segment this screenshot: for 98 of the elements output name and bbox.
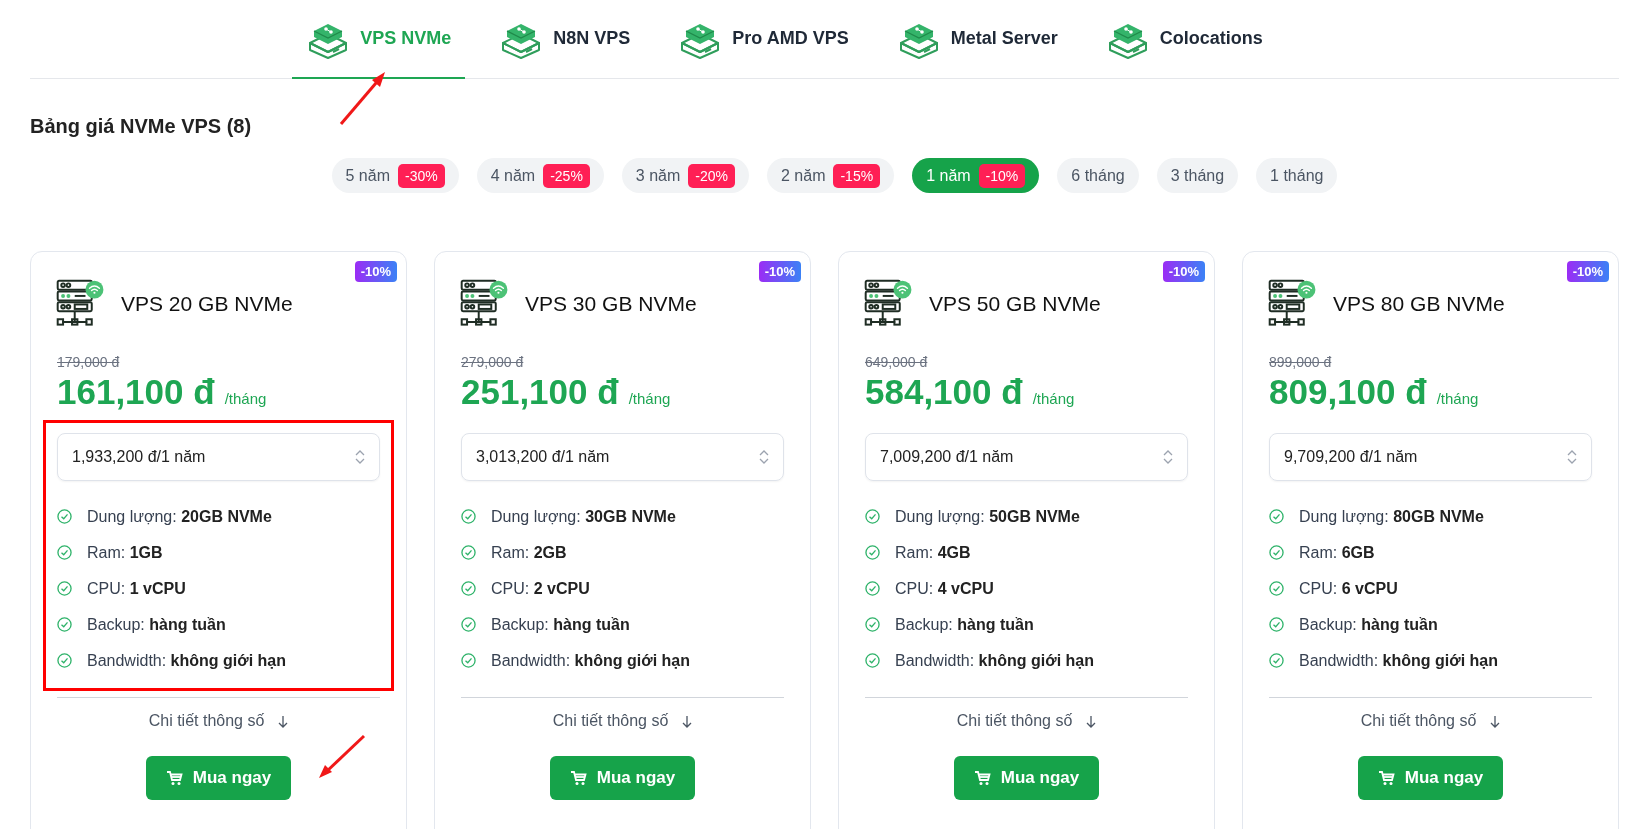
original-price: 649,000 đ — [865, 354, 929, 370]
category-tab[interactable]: N8N VPS — [485, 0, 645, 79]
discount-badge: -10% — [758, 261, 801, 282]
check-circle-icon — [57, 509, 72, 524]
period-pill[interactable]: 1 tháng — [1256, 158, 1338, 193]
discount-badge: -15% — [833, 163, 881, 188]
discount-badge: -10% — [978, 163, 1026, 188]
check-circle-icon — [1269, 509, 1284, 524]
price: 809,100 đ — [1269, 372, 1427, 412]
feature-text: Backup: hàng tuần — [87, 615, 226, 634]
details-link[interactable]: Chi tiết thông số — [1360, 712, 1477, 730]
chevron-updown-icon — [759, 449, 769, 465]
check-circle-icon — [57, 581, 72, 596]
billing-select[interactable]: 1,933,200 đ/1 năm — [57, 433, 380, 481]
price-unit: /tháng — [224, 390, 267, 407]
cart-icon — [165, 770, 183, 786]
period-pill[interactable]: 3 tháng — [1156, 158, 1239, 193]
feature-text: Dung lượng: 50GB NVMe — [895, 507, 1080, 526]
price: 251,100 đ — [461, 372, 619, 412]
plan-name: VPS 50 GB NVMe — [929, 292, 1101, 316]
chevron-updown-icon — [1163, 449, 1173, 465]
price-unit: /tháng — [628, 390, 671, 407]
cart-icon — [1377, 770, 1395, 786]
billing-select[interactable]: 7,009,200 đ/1 năm — [865, 433, 1188, 481]
category-tab[interactable]: Colocations — [1091, 0, 1277, 79]
arrow-down-icon — [682, 714, 693, 728]
arrow-down-icon — [1086, 714, 1097, 728]
feature-text: Backup: hàng tuần — [1299, 615, 1438, 634]
feature-text: Ram: 2GB — [491, 543, 567, 562]
chevron-updown-icon — [355, 449, 365, 465]
original-price: 279,000 đ — [461, 354, 525, 370]
period-pill[interactable]: 6 tháng — [1057, 158, 1139, 193]
feature-text: CPU: 4 vCPU — [895, 579, 994, 598]
plan-name: VPS 20 GB NVMe — [121, 292, 293, 316]
original-price: 899,000 đ — [1269, 354, 1333, 370]
price-unit: /tháng — [1436, 390, 1479, 407]
category-tab[interactable]: Pro AMD VPS — [664, 0, 863, 79]
check-circle-icon — [57, 653, 72, 668]
check-circle-icon — [57, 617, 72, 632]
arrow-down-icon — [278, 714, 289, 728]
cart-icon — [569, 770, 587, 786]
details-link[interactable]: Chi tiết thông số — [956, 712, 1073, 730]
check-circle-icon — [57, 545, 72, 560]
details-link[interactable]: Chi tiết thông số — [148, 712, 265, 730]
discount-badge: -10% — [1162, 261, 1205, 282]
feature-text: Dung lượng: 80GB NVMe — [1299, 507, 1484, 526]
discount-badge: -10% — [354, 261, 397, 282]
period-pill[interactable]: 4 năm -25% — [476, 158, 604, 193]
period-pill[interactable]: 2 năm -15% — [767, 158, 895, 193]
period-pill[interactable]: 3 năm -20% — [621, 158, 749, 193]
discount-badge: -10% — [1566, 261, 1609, 282]
category-tab[interactable]: Metal Server — [882, 0, 1072, 79]
price-unit: /tháng — [1032, 390, 1075, 407]
feature-text: Dung lượng: 30GB NVMe — [491, 507, 676, 526]
feature-text: CPU: 2 vCPU — [491, 579, 590, 598]
check-circle-icon — [461, 545, 476, 560]
feature-text: Ram: 1GB — [87, 543, 163, 562]
feature-text: Ram: 4GB — [895, 543, 971, 562]
feature-text: CPU: 6 vCPU — [1299, 579, 1398, 598]
plan-name: VPS 80 GB NVMe — [1333, 292, 1505, 316]
feature-text: Ram: 6GB — [1299, 543, 1375, 562]
billing-select[interactable]: 9,709,200 đ/1 năm — [1269, 433, 1592, 481]
feature-text: Dung lượng: 20GB NVMe — [87, 507, 272, 526]
discount-badge: -20% — [688, 163, 735, 188]
feature-text: Bandwidth: không giới hạn — [87, 651, 286, 670]
check-circle-icon — [461, 653, 476, 668]
chevron-updown-icon — [1567, 449, 1577, 465]
check-circle-icon — [865, 509, 880, 524]
check-circle-icon — [461, 617, 476, 632]
billing-select[interactable]: 3,013,200 đ/1 năm — [461, 433, 784, 481]
check-circle-icon — [865, 653, 880, 668]
feature-text: Backup: hàng tuần — [895, 615, 1034, 634]
check-circle-icon — [1269, 581, 1284, 596]
check-circle-icon — [1269, 653, 1284, 668]
discount-badge: -30% — [398, 163, 445, 188]
feature-text: Bandwidth: không giới hạn — [491, 651, 690, 670]
plan-name: VPS 30 GB NVMe — [525, 292, 697, 316]
details-link[interactable]: Chi tiết thông số — [552, 712, 669, 730]
feature-text: Bandwidth: không giới hạn — [895, 651, 1094, 670]
cart-icon — [973, 770, 991, 786]
original-price: 179,000 đ — [57, 354, 121, 370]
feature-text: Bandwidth: không giới hạn — [1299, 651, 1498, 670]
discount-badge: -25% — [543, 163, 590, 188]
check-circle-icon — [1269, 545, 1284, 560]
period-pill[interactable]: 5 năm -30% — [331, 158, 459, 193]
check-circle-icon — [461, 509, 476, 524]
arrow-down-icon — [1490, 714, 1501, 728]
feature-text: Backup: hàng tuần — [491, 615, 630, 634]
check-circle-icon — [865, 545, 880, 560]
feature-text: CPU: 1 vCPU — [87, 579, 186, 598]
section-heading: Bảng giá NVMe VPS (8) — [30, 115, 253, 138]
check-circle-icon — [865, 617, 880, 632]
price: 161,100 đ — [57, 372, 215, 412]
price: 584,100 đ — [865, 372, 1023, 412]
check-circle-icon — [1269, 617, 1284, 632]
check-circle-icon — [461, 581, 476, 596]
period-pill[interactable]: 1 năm -10% — [912, 158, 1040, 193]
check-circle-icon — [865, 581, 880, 596]
